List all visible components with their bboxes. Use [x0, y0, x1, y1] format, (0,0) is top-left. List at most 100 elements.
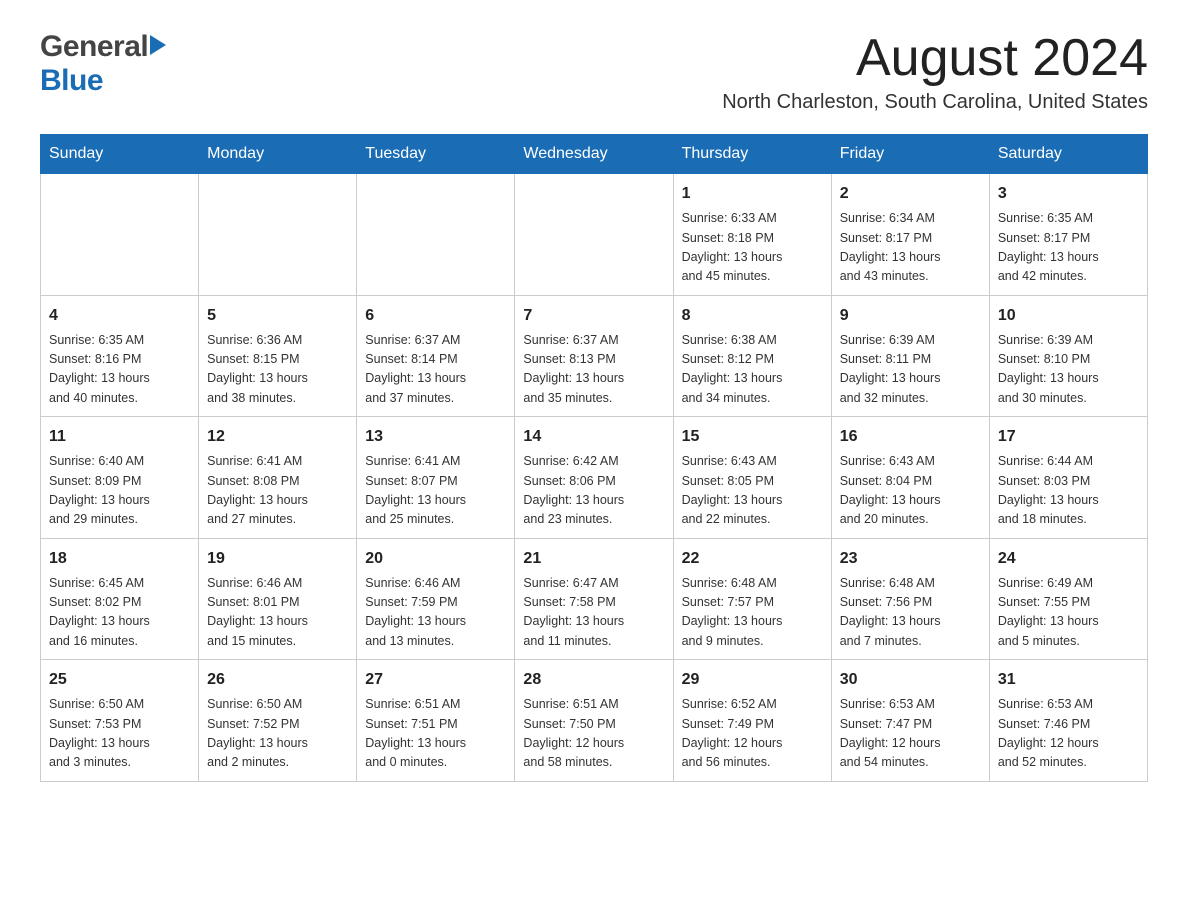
calendar-day-cell: 9Sunrise: 6:39 AMSunset: 8:11 PMDaylight… [831, 295, 989, 417]
day-number: 7 [523, 304, 664, 328]
day-info: Sunrise: 6:48 AMSunset: 7:57 PMDaylight:… [682, 574, 823, 652]
calendar-day-cell [357, 174, 515, 296]
day-number: 26 [207, 668, 348, 692]
day-number: 13 [365, 425, 506, 449]
day-info: Sunrise: 6:46 AMSunset: 7:59 PMDaylight:… [365, 574, 506, 652]
day-number: 11 [49, 425, 190, 449]
day-number: 6 [365, 304, 506, 328]
calendar-day-cell: 24 Sunrise: 6:49 AMSunset: 7:55 PMDayligh… [989, 538, 1147, 660]
day-info: Sunrise: 6:35 AMSunset: 8:17 PMDaylight:… [998, 209, 1139, 287]
calendar-day-cell: 26Sunrise: 6:50 AMSunset: 7:52 PMDayligh… [199, 660, 357, 782]
calendar-day-cell: 1 Sunrise: 6:33 AMSunset: 8:18 PMDaylight… [673, 174, 831, 296]
day-info: Sunrise: 6:35 AMSunset: 8:16 PMDaylight:… [49, 331, 190, 409]
calendar-day-cell: 21 Sunrise: 6:47 AMSunset: 7:58 PMDayligh… [515, 538, 673, 660]
day-number: 10 [998, 304, 1139, 328]
calendar-day-cell: 14 Sunrise: 6:42 AMSunset: 8:06 PMDayligh… [515, 417, 673, 539]
day-info: Sunrise: 6:53 AMSunset: 7:46 PMDaylight:… [998, 695, 1139, 773]
day-number: 27 [365, 668, 506, 692]
day-number: 15 [682, 425, 823, 449]
calendar-day-cell [199, 174, 357, 296]
day-info: Sunrise: 6:40 AMSunset: 8:09 PMDaylight:… [49, 452, 190, 530]
day-number: 17 [998, 425, 1139, 449]
day-number: 4 [49, 304, 190, 328]
calendar-day-cell: 28Sunrise: 6:51 AMSunset: 7:50 PMDayligh… [515, 660, 673, 782]
weekday-header-saturday: Saturday [989, 135, 1147, 174]
day-number: 16 [840, 425, 981, 449]
day-info: Sunrise: 6:39 AMSunset: 8:11 PMDaylight:… [840, 331, 981, 409]
day-info: Sunrise: 6:48 AMSunset: 7:56 PMDaylight:… [840, 574, 981, 652]
calendar-day-cell: 13 Sunrise: 6:41 AMSunset: 8:07 PMDayligh… [357, 417, 515, 539]
day-info: Sunrise: 6:41 AMSunset: 8:08 PMDaylight:… [207, 452, 348, 530]
day-number: 19 [207, 547, 348, 571]
day-info: Sunrise: 6:33 AMSunset: 8:18 PMDaylight:… [682, 209, 823, 287]
calendar-day-cell: 5 Sunrise: 6:36 AMSunset: 8:15 PMDaylight… [199, 295, 357, 417]
day-number: 1 [682, 182, 823, 206]
day-number: 20 [365, 547, 506, 571]
calendar-day-cell [41, 174, 199, 296]
page-header: General Blue August 2024 North Charlesto… [40, 30, 1148, 114]
calendar-day-cell: 6 Sunrise: 6:37 AMSunset: 8:14 PMDaylight… [357, 295, 515, 417]
weekday-header-sunday: Sunday [41, 135, 199, 174]
location-text: North Charleston, South Carolina, United… [722, 91, 1148, 114]
day-number: 21 [523, 547, 664, 571]
day-number: 30 [840, 668, 981, 692]
day-number: 8 [682, 304, 823, 328]
day-info: Sunrise: 6:36 AMSunset: 8:15 PMDaylight:… [207, 331, 348, 409]
day-number: 5 [207, 304, 348, 328]
calendar-week-row: 1 Sunrise: 6:33 AMSunset: 8:18 PMDaylight… [41, 174, 1148, 296]
day-number: 2 [840, 182, 981, 206]
day-info: Sunrise: 6:34 AMSunset: 8:17 PMDaylight:… [840, 209, 981, 287]
day-number: 3 [998, 182, 1139, 206]
day-number: 23 [840, 547, 981, 571]
day-info: Sunrise: 6:53 AMSunset: 7:47 PMDaylight:… [840, 695, 981, 773]
calendar-day-cell: 12 Sunrise: 6:41 AMSunset: 8:08 PMDayligh… [199, 417, 357, 539]
day-info: Sunrise: 6:37 AMSunset: 8:14 PMDaylight:… [365, 331, 506, 409]
logo-blue-text: Blue [40, 64, 103, 97]
day-info: Sunrise: 6:38 AMSunset: 8:12 PMDaylight:… [682, 331, 823, 409]
day-info: Sunrise: 6:44 AMSunset: 8:03 PMDaylight:… [998, 452, 1139, 530]
calendar-day-cell: 17 Sunrise: 6:44 AMSunset: 8:03 PMDayligh… [989, 417, 1147, 539]
calendar-day-cell: 10 Sunrise: 6:39 AMSunset: 8:10 PMDayligh… [989, 295, 1147, 417]
calendar-day-cell: 3 Sunrise: 6:35 AMSunset: 8:17 PMDaylight… [989, 174, 1147, 296]
weekday-header-monday: Monday [199, 135, 357, 174]
day-info: Sunrise: 6:39 AMSunset: 8:10 PMDaylight:… [998, 331, 1139, 409]
day-info: Sunrise: 6:43 AMSunset: 8:05 PMDaylight:… [682, 452, 823, 530]
day-number: 14 [523, 425, 664, 449]
logo-general-text: General [40, 30, 148, 64]
day-info: Sunrise: 6:41 AMSunset: 8:07 PMDaylight:… [365, 452, 506, 530]
calendar-week-row: 11 Sunrise: 6:40 AMSunset: 8:09 PMDayligh… [41, 417, 1148, 539]
day-number: 29 [682, 668, 823, 692]
weekday-header-friday: Friday [831, 135, 989, 174]
calendar-day-cell: 27Sunrise: 6:51 AMSunset: 7:51 PMDayligh… [357, 660, 515, 782]
calendar-day-cell: 16 Sunrise: 6:43 AMSunset: 8:04 PMDayligh… [831, 417, 989, 539]
day-info: Sunrise: 6:43 AMSunset: 8:04 PMDaylight:… [840, 452, 981, 530]
calendar-day-cell: 20 Sunrise: 6:46 AMSunset: 7:59 PMDayligh… [357, 538, 515, 660]
day-info: Sunrise: 6:52 AMSunset: 7:49 PMDaylight:… [682, 695, 823, 773]
day-info: Sunrise: 6:37 AMSunset: 8:13 PMDaylight:… [523, 331, 664, 409]
calendar-week-row: 18Sunrise: 6:45 AMSunset: 8:02 PMDayligh… [41, 538, 1148, 660]
month-title: August 2024 [722, 30, 1148, 87]
calendar-day-cell: 8 Sunrise: 6:38 AMSunset: 8:12 PMDaylight… [673, 295, 831, 417]
calendar-day-cell: 11 Sunrise: 6:40 AMSunset: 8:09 PMDayligh… [41, 417, 199, 539]
calendar-day-cell: 2 Sunrise: 6:34 AMSunset: 8:17 PMDaylight… [831, 174, 989, 296]
calendar-day-cell: 31Sunrise: 6:53 AMSunset: 7:46 PMDayligh… [989, 660, 1147, 782]
calendar-day-cell: 15 Sunrise: 6:43 AMSunset: 8:05 PMDayligh… [673, 417, 831, 539]
weekday-header-thursday: Thursday [673, 135, 831, 174]
logo-arrow-icon [150, 35, 166, 55]
calendar-week-row: 4 Sunrise: 6:35 AMSunset: 8:16 PMDaylight… [41, 295, 1148, 417]
title-section: August 2024 North Charleston, South Caro… [722, 30, 1148, 114]
calendar-day-cell: 18Sunrise: 6:45 AMSunset: 8:02 PMDayligh… [41, 538, 199, 660]
day-info: Sunrise: 6:49 AMSunset: 7:55 PMDaylight:… [998, 574, 1139, 652]
calendar-header-row: SundayMondayTuesdayWednesdayThursdayFrid… [41, 135, 1148, 174]
day-number: 24 [998, 547, 1139, 571]
calendar-day-cell: 22 Sunrise: 6:48 AMSunset: 7:57 PMDayligh… [673, 538, 831, 660]
calendar-table: SundayMondayTuesdayWednesdayThursdayFrid… [40, 134, 1148, 782]
calendar-day-cell: 7 Sunrise: 6:37 AMSunset: 8:13 PMDaylight… [515, 295, 673, 417]
day-number: 22 [682, 547, 823, 571]
day-info: Sunrise: 6:50 AMSunset: 7:53 PMDaylight:… [49, 695, 190, 773]
logo: General Blue [40, 30, 166, 98]
calendar-day-cell: 19Sunrise: 6:46 AMSunset: 8:01 PMDayligh… [199, 538, 357, 660]
day-number: 12 [207, 425, 348, 449]
day-info: Sunrise: 6:47 AMSunset: 7:58 PMDaylight:… [523, 574, 664, 652]
day-info: Sunrise: 6:42 AMSunset: 8:06 PMDaylight:… [523, 452, 664, 530]
